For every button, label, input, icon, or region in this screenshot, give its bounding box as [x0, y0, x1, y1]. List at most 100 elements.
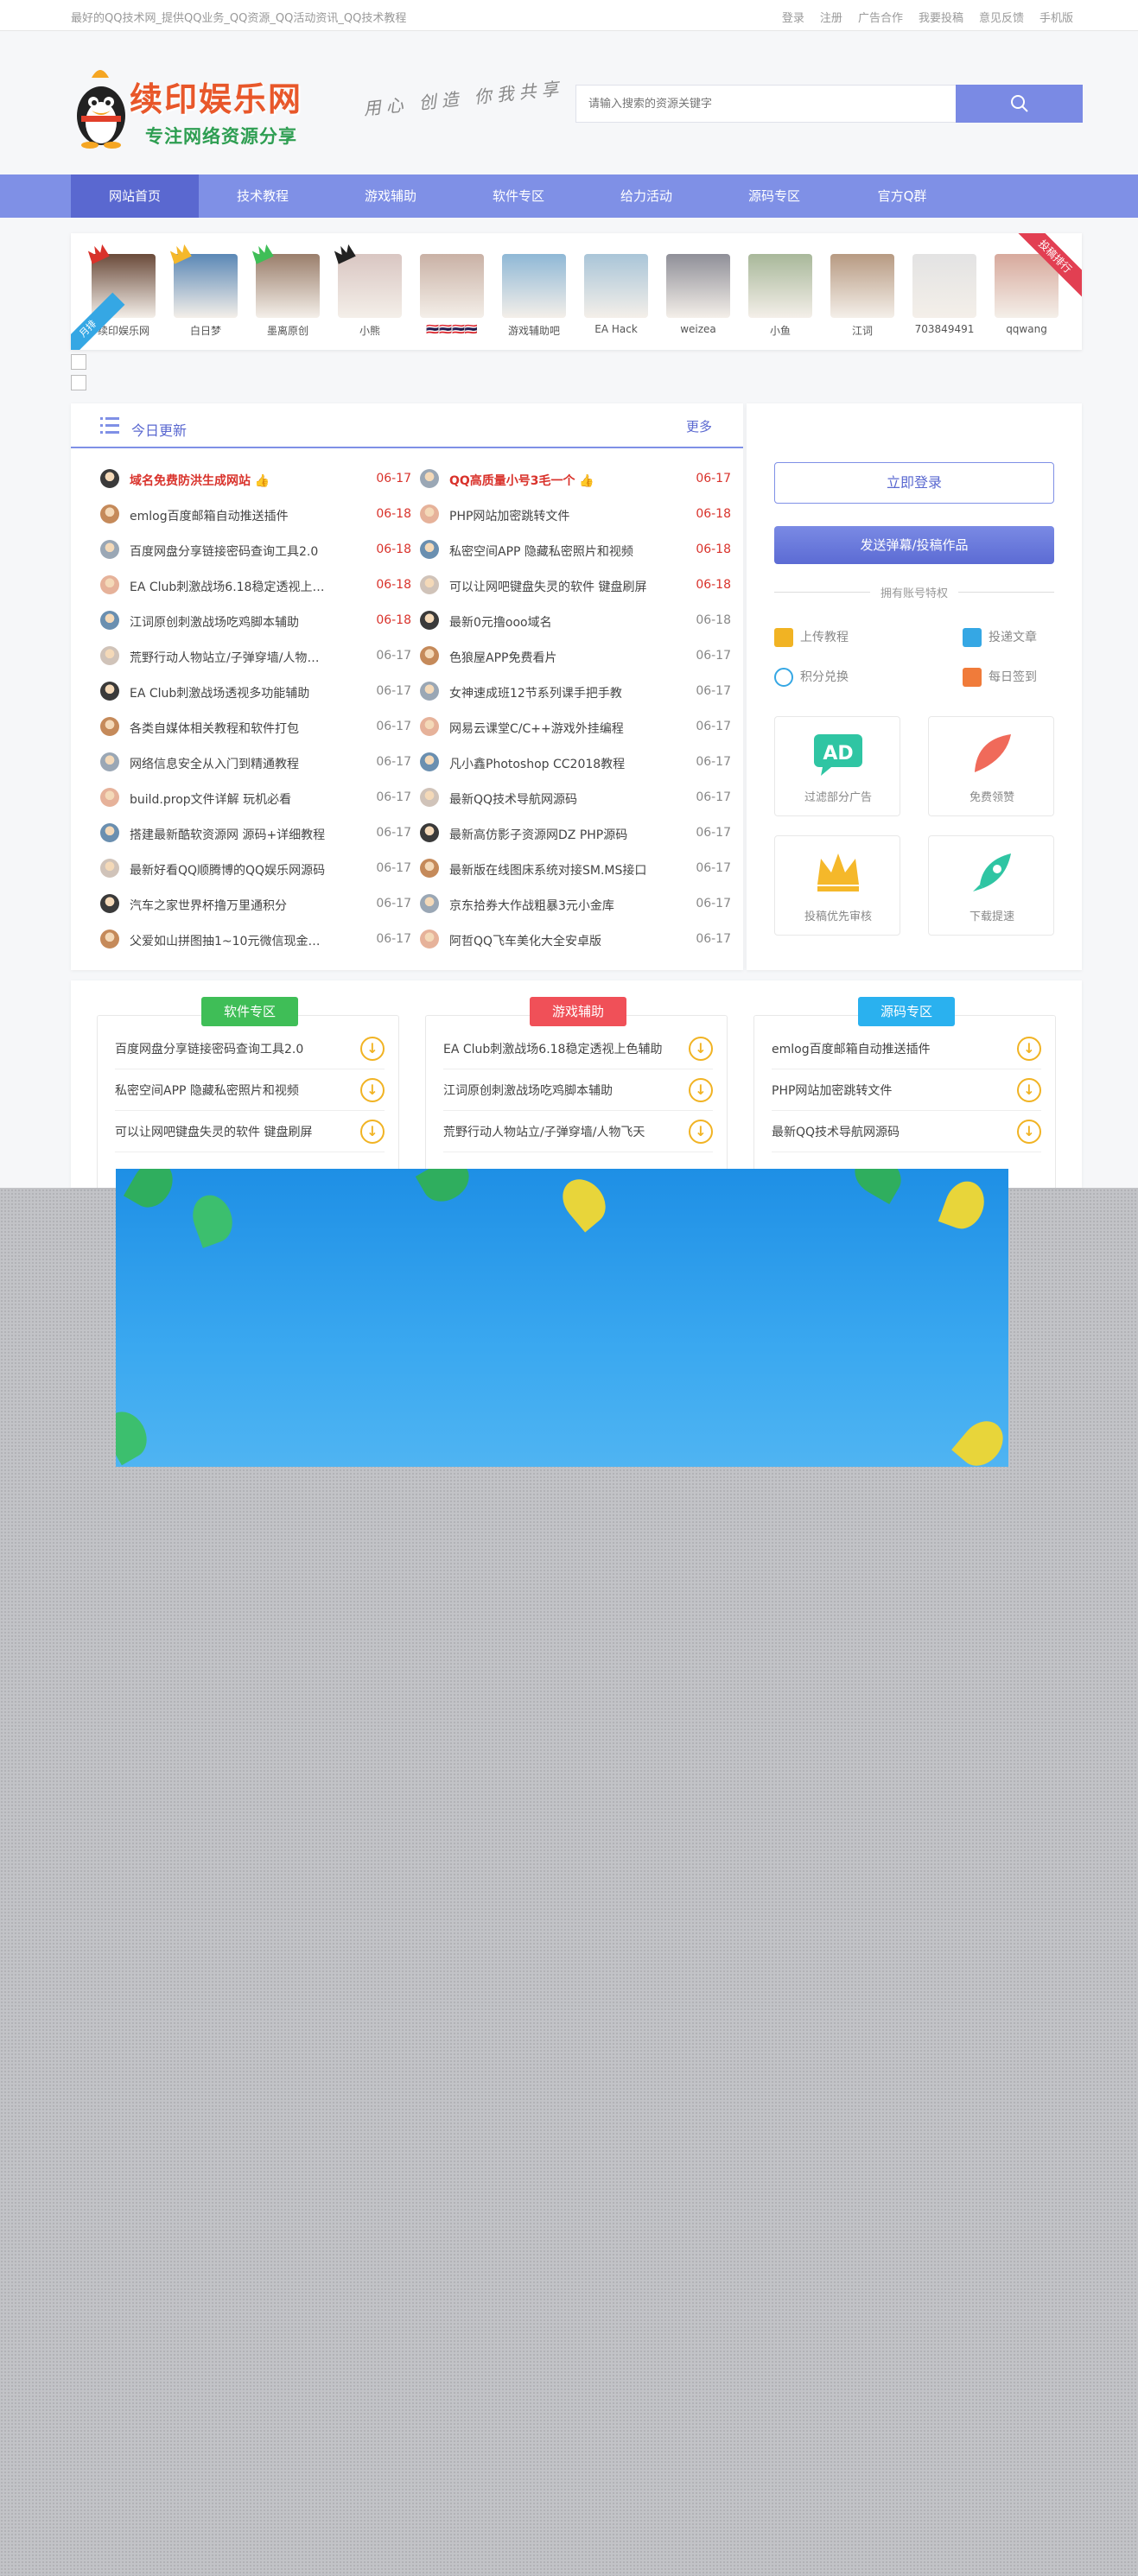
item-title[interactable]: 女神速成班12节系列课手把手教 — [449, 684, 648, 701]
card-filter-ads[interactable]: AD 过滤部分广告 — [774, 716, 900, 816]
avatar-item[interactable]: weizea — [666, 254, 730, 338]
list-item[interactable]: emlog百度邮箱自动推送插件 ↓ — [772, 1028, 1041, 1069]
item-title[interactable]: QQ高质量小号3毛一个 👍 — [449, 472, 648, 489]
download-icon[interactable]: ↓ — [360, 1120, 385, 1144]
more-link[interactable]: 更多 — [686, 417, 712, 435]
avatar-item[interactable]: 🇹🇭🇹🇭🇹🇭🇹🇭 — [420, 254, 484, 338]
nav-game-assist[interactable]: 游戏辅助 — [327, 174, 455, 218]
item-title[interactable]: 网络信息安全从入门到精通教程 — [130, 755, 328, 772]
list-item[interactable]: 域名免费防洪生成网站 👍 06-17 — [100, 464, 411, 499]
nav-source-code[interactable]: 源码专区 — [710, 174, 838, 218]
download-icon[interactable]: ↓ — [1017, 1120, 1041, 1144]
item-title[interactable]: EA Club刺激战场6.18稳定透视上色辅助 — [130, 578, 328, 595]
item-title[interactable]: 各类自媒体相关教程和软件打包 — [130, 720, 328, 737]
avatar-item[interactable]: 小熊 — [334, 244, 402, 338]
item-title[interactable]: 汽车之家世界杯撸万里通积分 — [130, 897, 328, 914]
item-title[interactable]: 百度网盘分享链接密码查询工具2.0 — [130, 542, 328, 560]
search-button[interactable] — [956, 85, 1083, 123]
search-input[interactable] — [575, 85, 956, 123]
list-item[interactable]: 女神速成班12节系列课手把手教 06-17 — [420, 676, 731, 712]
list-item[interactable]: 百度网盘分享链接密码查询工具2.0 06-18 — [100, 535, 411, 570]
list-item[interactable]: build.prop文件详解 玩机必看 06-17 — [100, 783, 411, 818]
item-title[interactable]: PHP网站加密跳转文件 — [449, 507, 648, 524]
item-title[interactable]: EA Club刺激战场透视多功能辅助 — [130, 684, 328, 701]
nav-tutorials[interactable]: 技术教程 — [199, 174, 327, 218]
nav-software[interactable]: 软件专区 — [455, 174, 582, 218]
list-item[interactable]: 最新版在线图床系统对接SM.MS接口 06-17 — [420, 853, 731, 889]
list-item[interactable]: 最新QQ技术导航网源码 06-17 — [420, 783, 731, 818]
popup-banner[interactable] — [116, 1169, 1008, 1467]
list-item[interactable]: EA Club刺激战场6.18稳定透视上色辅助 06-18 — [100, 570, 411, 606]
ad-link[interactable]: 广告合作 — [858, 9, 903, 25]
card-download-speed[interactable]: 下载提速 — [928, 835, 1054, 936]
item-title[interactable]: 阿哲QQ飞车美化大全安卓版 — [449, 932, 648, 949]
points-exchange-link[interactable]: 积分兑换 — [774, 668, 912, 688]
zone-software-tag[interactable]: 软件专区 — [201, 997, 298, 1026]
download-icon[interactable]: ↓ — [689, 1037, 713, 1061]
list-item[interactable]: 江词原创刺激战场吃鸡脚本辅助 ↓ — [443, 1069, 713, 1111]
download-icon[interactable]: ↓ — [360, 1078, 385, 1102]
zone-source-tag[interactable]: 源码专区 — [858, 997, 955, 1026]
list-item[interactable]: PHP网站加密跳转文件 06-18 — [420, 499, 731, 535]
avatar-item[interactable]: qqwang — [995, 254, 1059, 338]
avatar-item[interactable]: 江词 — [830, 254, 894, 338]
list-item[interactable]: emlog百度邮箱自动推送插件 06-18 — [100, 499, 411, 535]
item-title[interactable]: 色狼屋APP免费看片 — [449, 649, 648, 666]
list-item[interactable]: 荒野行动人物站立/子弹穿墙/人物飞天 ↓ — [443, 1111, 713, 1152]
download-icon[interactable]: ↓ — [689, 1078, 713, 1102]
item-title[interactable]: 最新高仿影子资源网DZ PHP源码 — [449, 826, 648, 843]
avatar-item[interactable]: 游戏辅助吧 — [502, 254, 566, 338]
item-title[interactable]: 可以让网吧键盘失灵的软件 键盘刷屏 — [449, 578, 648, 595]
mobile-link[interactable]: 手机版 — [1039, 9, 1073, 25]
list-item[interactable]: 京东拾券大作战粗暴3元小金库 06-17 — [420, 889, 731, 924]
login-button[interactable]: 立即登录 — [774, 462, 1054, 504]
card-free-likes[interactable]: 免费领赞 — [928, 716, 1054, 816]
list-item[interactable]: 最新高仿影子资源网DZ PHP源码 06-17 — [420, 818, 731, 853]
item-title[interactable]: 最新0元撸ooo域名 — [449, 613, 648, 631]
download-icon[interactable]: ↓ — [360, 1037, 385, 1061]
list-item[interactable]: 网易云课堂C/C++游戏外挂编程 06-17 — [420, 712, 731, 747]
list-item[interactable]: 凡小鑫Photoshop CC2018教程 06-17 — [420, 747, 731, 783]
item-title[interactable]: 父爱如山拼图抽1~10元微信现金红包 — [130, 932, 328, 949]
register-link[interactable]: 注册 — [820, 9, 842, 25]
item-title[interactable]: 江词原创刺激战场吃鸡脚本辅助 — [130, 613, 328, 631]
zone-game-tag[interactable]: 游戏辅助 — [530, 997, 626, 1026]
item-title[interactable]: emlog百度邮箱自动推送插件 — [130, 507, 328, 524]
list-item[interactable]: 各类自媒体相关教程和软件打包 06-17 — [100, 712, 411, 747]
list-item[interactable]: 最新0元撸ooo域名 06-18 — [420, 606, 731, 641]
list-item[interactable]: 私密空间APP 隐藏私密照片和视频 ↓ — [115, 1069, 385, 1111]
submit-link[interactable]: 我要投稿 — [919, 9, 963, 25]
list-item[interactable]: 父爱如山拼图抽1~10元微信现金红包 06-17 — [100, 924, 411, 960]
item-title[interactable]: 私密空间APP 隐藏私密照片和视频 — [449, 542, 648, 560]
item-title[interactable]: 京东拾券大作战粗暴3元小金库 — [449, 897, 648, 914]
card-priority-review[interactable]: 投稿优先审核 — [774, 835, 900, 936]
list-item[interactable]: EA Club刺激战场6.18稳定透视上色辅助 ↓ — [443, 1028, 713, 1069]
nav-home[interactable]: 网站首页 — [71, 174, 199, 218]
list-item[interactable]: 江词原创刺激战场吃鸡脚本辅助 06-18 — [100, 606, 411, 641]
login-link[interactable]: 登录 — [782, 9, 804, 25]
item-title[interactable]: 最新版在线图床系统对接SM.MS接口 — [449, 861, 648, 879]
download-icon[interactable]: ↓ — [1017, 1037, 1041, 1061]
list-item[interactable]: PHP网站加密跳转文件 ↓ — [772, 1069, 1041, 1111]
list-item[interactable]: 荒野行动人物站立/子弹穿墙/人物飞天 06-17 — [100, 641, 411, 676]
nav-qq-group[interactable]: 官方Q群 — [838, 174, 966, 218]
submit-article-link[interactable]: 投递文章 — [963, 628, 1058, 649]
daily-checkin-link[interactable]: 每日签到 — [963, 668, 1058, 688]
list-item[interactable]: 网络信息安全从入门到精通教程 06-17 — [100, 747, 411, 783]
item-title[interactable]: 荒野行动人物站立/子弹穿墙/人物飞天 — [130, 649, 328, 666]
item-title[interactable]: build.prop文件详解 玩机必看 — [130, 790, 328, 808]
download-icon[interactable]: ↓ — [689, 1120, 713, 1144]
list-item[interactable]: 阿哲QQ飞车美化大全安卓版 06-17 — [420, 924, 731, 960]
list-item[interactable]: 搭建最新酷软资源网 源码+详细教程 06-17 — [100, 818, 411, 853]
list-item[interactable]: 最新好看QQ顺腾博的QQ娱乐网源码 06-17 — [100, 853, 411, 889]
list-item[interactable]: 可以让网吧键盘失灵的软件 键盘刷屏 ↓ — [115, 1111, 385, 1152]
avatar-item[interactable]: 703849491 — [912, 254, 976, 338]
list-item[interactable]: 汽车之家世界杯撸万里通积分 06-17 — [100, 889, 411, 924]
list-item[interactable]: 色狼屋APP免费看片 06-17 — [420, 641, 731, 676]
upload-tutorial-link[interactable]: 上传教程 — [774, 628, 912, 649]
item-title[interactable]: 最新QQ技术导航网源码 — [449, 790, 648, 808]
list-item[interactable]: QQ高质量小号3毛一个 👍 06-17 — [420, 464, 731, 499]
avatar-item[interactable]: EA Hack — [584, 254, 648, 338]
avatar-item[interactable]: 墨离原创 — [251, 244, 320, 338]
avatar-item[interactable]: 小鱼 — [748, 254, 812, 338]
